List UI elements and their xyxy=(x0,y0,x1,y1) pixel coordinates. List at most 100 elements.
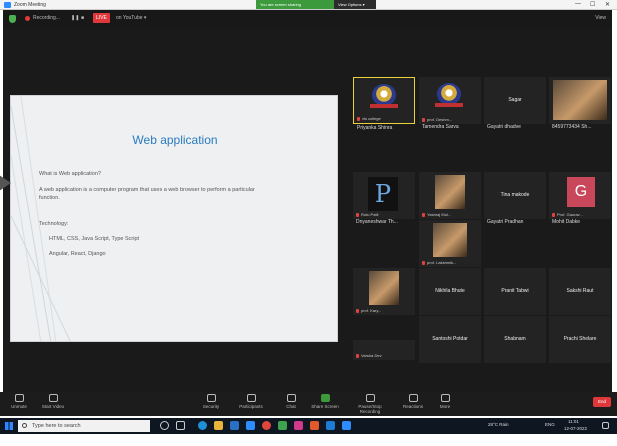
chat-icon xyxy=(286,394,296,402)
participant-tile[interactable]: Nikhila Bhute xyxy=(419,268,481,315)
youtube-stream-label[interactable]: on YouTube ▾ xyxy=(116,15,146,21)
app-icon[interactable] xyxy=(278,421,287,430)
windows-start-icon[interactable] xyxy=(5,422,13,430)
live-badge[interactable]: LIVE xyxy=(93,13,110,23)
shared-slide: Web application What is Web application?… xyxy=(10,95,338,342)
participant-tile[interactable]: Sakshi Raut xyxy=(549,268,611,315)
meeting-window: Recording... ❚❚ ■ LIVE on YouTube ▾ View… xyxy=(0,10,612,402)
participant-tile[interactable]: vls college Priyanka Shinra xyxy=(353,77,415,131)
reactions-icon xyxy=(408,394,418,402)
language-label[interactable]: ENG xyxy=(545,422,555,427)
participant-sub: Yashraj Mul... xyxy=(422,212,451,217)
scan-margin xyxy=(0,434,617,446)
mail-icon[interactable] xyxy=(230,421,239,430)
participant-sub: Prof. Gaurav... xyxy=(552,212,583,217)
pause-stop-recording-button[interactable]: Pause/Stop Recording xyxy=(348,394,392,414)
participant-tile[interactable]: Yashraj Mul... xyxy=(419,172,481,219)
participant-tile[interactable]: P Rutu Patil Dnyaneshwar Th... xyxy=(353,172,415,225)
app-icon[interactable] xyxy=(294,421,303,430)
unmute-button[interactable]: Unmute xyxy=(4,394,34,409)
participant-center-name: Tina makode xyxy=(500,192,530,198)
participant-tile[interactable]: Prachi Shelare xyxy=(549,316,611,363)
weather-label[interactable]: 28°C Rain xyxy=(488,422,509,427)
notification-icon[interactable] xyxy=(602,422,609,429)
minimize-button[interactable]: — xyxy=(575,1,581,7)
participant-center-name: Sakshi Raut xyxy=(566,288,594,294)
window-titlebar: Zoom Meeting You are screen sharing View… xyxy=(0,0,617,10)
security-button[interactable]: Security xyxy=(196,394,226,409)
clock-date[interactable]: 12-07-2022 xyxy=(564,426,587,431)
slide-line: A web application is a computer program … xyxy=(39,187,255,193)
logo-ribbon xyxy=(435,103,463,107)
app-icon[interactable] xyxy=(326,421,335,430)
participant-name: Gayatri dhadve xyxy=(487,124,521,130)
task-view-icon[interactable] xyxy=(176,421,185,430)
view-button[interactable]: View xyxy=(595,15,606,21)
participant-tile[interactable]: Shabnam xyxy=(484,316,546,363)
participant-center-name: Shabnam xyxy=(504,336,526,342)
stop-recording-icon[interactable]: ■ xyxy=(81,15,84,21)
participant-tile[interactable]: G Prof. Gaurav... Mohit Dabke xyxy=(549,172,611,225)
close-button[interactable]: ✕ xyxy=(605,1,610,8)
slide-line: What is Web application? xyxy=(39,171,101,177)
mic-muted-icon xyxy=(356,212,359,217)
participant-video xyxy=(369,271,399,305)
participant-tile[interactable]: 8459773434 Sh... xyxy=(549,77,611,130)
file-explorer-icon[interactable] xyxy=(214,421,223,430)
search-placeholder: Type here to search xyxy=(32,423,81,429)
screen-share-bar: You are screen sharing View Options ▾ xyxy=(256,0,376,9)
mic-muted-icon xyxy=(422,117,425,122)
edge-icon[interactable] xyxy=(198,421,207,430)
zoom-taskbar-icon[interactable] xyxy=(246,421,255,430)
reactions-button[interactable]: Reactions xyxy=(398,394,428,409)
participant-name: Mohit Dabke xyxy=(552,219,581,225)
mic-muted-icon xyxy=(356,353,359,358)
maximize-button[interactable]: ☐ xyxy=(590,1,595,8)
profile-letter-icon: P xyxy=(368,177,398,211)
avatar-initial-icon: G xyxy=(567,177,595,207)
participant-tile[interactable]: prof. Lakshmik... xyxy=(419,220,481,267)
chrome-icon[interactable] xyxy=(262,421,271,430)
participant-tile[interactable]: Pranit Tabwi xyxy=(484,268,546,315)
participant-name: Priyanka Shinra xyxy=(357,125,393,131)
participant-tile[interactable]: Sagar Gayatri dhadve xyxy=(484,77,546,130)
end-meeting-button[interactable]: End xyxy=(593,397,611,407)
slide-nav-arrow-icon[interactable] xyxy=(0,175,11,191)
college-logo-icon xyxy=(437,83,461,105)
participant-name: 8459773434 Sh... xyxy=(552,124,592,130)
share-screen-button[interactable]: Share Screen xyxy=(310,394,340,409)
participant-center-name: Nikhila Bhute xyxy=(435,288,465,294)
participant-tile[interactable]: Varsha Dev xyxy=(353,340,415,360)
participant-sub: Varsha Dev xyxy=(356,353,382,358)
start-video-button[interactable]: Start Video xyxy=(38,394,68,409)
mic-muted-icon xyxy=(356,308,359,313)
participant-sub: Rutu Patil xyxy=(356,212,378,217)
meeting-controls: Unmute Start Video Security Participants… xyxy=(0,392,617,416)
participant-tile[interactable]: Tina makode Gayatri Pradhan xyxy=(484,172,546,225)
microphone-icon xyxy=(14,394,24,402)
participant-video xyxy=(553,80,607,120)
participant-tile[interactable]: Santoshi Potdar xyxy=(419,316,481,363)
participant-name: Gayatri Pradhan xyxy=(487,219,524,225)
app-icon[interactable] xyxy=(342,421,351,430)
participant-tile[interactable]: prof. Deshm... Tamendra Sarva xyxy=(419,77,481,130)
participant-video xyxy=(435,175,465,209)
participants-button[interactable]: Participants xyxy=(236,394,266,409)
participant-tile[interactable]: prof. Kary... xyxy=(353,268,415,315)
participant-video xyxy=(433,223,467,257)
recording-dot-icon xyxy=(25,16,30,21)
participant-center-name: Pranit Tabwi xyxy=(501,288,529,294)
security-shield-icon[interactable] xyxy=(9,15,16,23)
more-button[interactable]: More xyxy=(430,394,460,409)
pause-recording-icon[interactable]: ❚❚ xyxy=(71,15,79,21)
camera-icon xyxy=(48,394,58,402)
cortana-icon[interactable] xyxy=(160,421,169,430)
slide-line: HTML, CSS, Java Script, Type Script xyxy=(49,236,140,242)
clock-time[interactable]: 11:01 xyxy=(568,419,579,424)
view-options-button[interactable]: View Options ▾ xyxy=(334,0,376,9)
mic-muted-icon xyxy=(552,212,555,217)
chat-button[interactable]: Chat xyxy=(276,394,306,409)
taskbar-search-input[interactable]: Type here to search xyxy=(18,420,150,432)
powerpoint-icon[interactable] xyxy=(310,421,319,430)
search-icon xyxy=(22,423,27,428)
